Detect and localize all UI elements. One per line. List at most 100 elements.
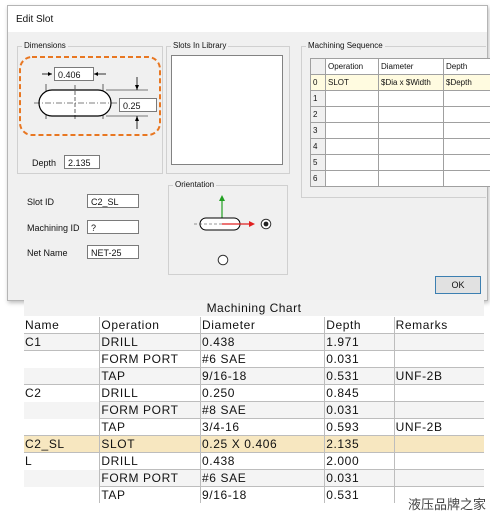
chart-row: TAP 3/4-16 0.593 UNF-2B (24, 418, 484, 436)
orientation-group: Orientation (168, 180, 288, 275)
chart-title: Machining Chart (24, 300, 484, 316)
header-depth: Depth (324, 317, 395, 334)
cell-name: L (24, 452, 101, 470)
cell-remarks (394, 384, 484, 402)
sequence-row[interactable]: 2 (310, 106, 490, 123)
cell-remarks (394, 452, 484, 470)
cell-depth: 1.971 (324, 333, 395, 351)
cell-operation: SLOT (99, 435, 202, 453)
cell-operation: FORM PORT (99, 350, 202, 368)
orientation-label: Orientation (173, 180, 217, 189)
sequence-row[interactable]: 5 (310, 154, 490, 171)
row-index: 0 (310, 74, 326, 91)
cell-depth[interactable]: $Depth (443, 74, 490, 91)
sequence-row[interactable]: 0 SLOT $Dia x $Width $Depth (310, 74, 490, 91)
cell-remarks: UNF-2B (394, 418, 484, 436)
cell-operation[interactable] (325, 138, 379, 155)
cell-name: C2 (24, 384, 101, 402)
sequence-row[interactable]: 1 (310, 90, 490, 107)
sequence-row[interactable]: 4 (310, 138, 490, 155)
slot-id-label: Slot ID (27, 197, 55, 207)
row-index: 2 (310, 106, 326, 123)
cell-depth[interactable] (443, 138, 490, 155)
header-operation[interactable]: Operation (325, 58, 379, 75)
cell-depth[interactable] (443, 170, 490, 187)
cell-diameter: #8 SAE (200, 401, 326, 419)
cell-operation: FORM PORT (99, 401, 202, 419)
machining-id-input[interactable]: ? (87, 220, 139, 234)
cell-remarks: UNF-2B (394, 367, 484, 385)
cell-depth[interactable] (443, 154, 490, 171)
cell-name (24, 486, 101, 503)
cell-operation: TAP (99, 367, 202, 385)
sequence-row[interactable]: 6 (310, 170, 490, 187)
ok-button[interactable]: OK (435, 276, 481, 294)
cell-depth: 0.593 (324, 418, 395, 436)
dimensions-group: Dimensions 0.406 0.25 Depth 2.135 (17, 41, 163, 174)
header-diameter: Diameter (200, 317, 326, 334)
chart-row-highlighted: C2_SL SLOT 0.25 X 0.406 2.135 (24, 435, 484, 453)
chart-row: FORM PORT #8 SAE 0.031 (24, 401, 484, 419)
cell-depth: 2.000 (324, 452, 395, 470)
cell-diameter[interactable] (378, 154, 444, 171)
machining-chart-table: Name Operation Diameter Depth Remarks C1… (24, 317, 484, 503)
orientation-horizontal-radio[interactable] (260, 218, 272, 230)
slots-library-list[interactable] (171, 55, 283, 165)
row-index: 3 (310, 122, 326, 139)
sequence-row[interactable]: 3 (310, 122, 490, 139)
cell-name: C1 (24, 333, 101, 351)
cell-depth[interactable] (443, 122, 490, 139)
cell-operation: TAP (99, 418, 202, 436)
cell-depth: 0.531 (324, 486, 395, 503)
cell-operation[interactable] (325, 170, 379, 187)
cell-operation[interactable] (325, 122, 379, 139)
cell-operation: DRILL (99, 452, 202, 470)
slot-orientation-icon (194, 195, 255, 231)
cell-name: C2_SL (24, 435, 101, 453)
cell-remarks (394, 350, 484, 368)
width-input[interactable]: 0.406 (54, 67, 94, 81)
cell-remarks (394, 435, 484, 453)
chart-row: C1 DRILL 0.438 1.971 (24, 333, 484, 351)
header-name: Name (24, 317, 101, 334)
chart-row: FORM PORT #6 SAE 0.031 (24, 350, 484, 368)
cell-remarks (394, 401, 484, 419)
orientation-vertical-radio[interactable] (217, 254, 229, 266)
slot-dimension-diagram (19, 56, 161, 136)
cell-operation[interactable]: SLOT (325, 74, 379, 91)
cell-diameter[interactable] (378, 138, 444, 155)
cell-depth: 0.845 (324, 384, 395, 402)
cell-diameter[interactable]: $Dia x $Width (378, 74, 444, 91)
net-name-input[interactable]: NET-25 (87, 245, 139, 259)
machining-id-label: Machining ID (27, 223, 80, 233)
chart-row: C2 DRILL 0.250 0.845 (24, 384, 484, 402)
slots-library-group: Slots In Library (166, 41, 290, 174)
cell-diameter: 9/16-18 (200, 486, 326, 503)
cell-operation[interactable] (325, 154, 379, 171)
cell-diameter[interactable] (378, 170, 444, 187)
cell-diameter[interactable] (378, 122, 444, 139)
cell-name (24, 418, 101, 436)
cell-depth[interactable] (443, 106, 490, 123)
diameter-input[interactable]: 0.25 (119, 98, 157, 112)
cell-operation: TAP (99, 486, 202, 503)
slot-id-input[interactable]: C2_SL (87, 194, 139, 208)
header-diameter[interactable]: Diameter (378, 58, 444, 75)
row-index: 1 (310, 90, 326, 107)
cell-operation[interactable] (325, 106, 379, 123)
cell-diameter[interactable] (378, 90, 444, 107)
machining-sequence-label: Machining Sequence (306, 41, 385, 50)
cell-operation[interactable] (325, 90, 379, 107)
cell-depth[interactable] (443, 90, 490, 107)
cell-diameter: 0.25 X 0.406 (200, 435, 326, 453)
cell-diameter: 0.250 (200, 384, 326, 402)
edit-slot-dialog: Edit Slot Dimensions 0.406 0.25 Depth 2.… (7, 5, 490, 301)
sequence-table[interactable]: Operation Diameter Depth 0 SLOT $Dia x $… (310, 58, 490, 187)
chart-row: L DRILL 0.438 2.000 (24, 452, 484, 470)
cell-operation: FORM PORT (99, 469, 202, 487)
title-bar: Edit Slot (8, 6, 487, 32)
cell-name (24, 350, 101, 368)
depth-input[interactable]: 2.135 (64, 155, 100, 169)
header-depth[interactable]: Depth (443, 58, 490, 75)
cell-diameter[interactable] (378, 106, 444, 123)
